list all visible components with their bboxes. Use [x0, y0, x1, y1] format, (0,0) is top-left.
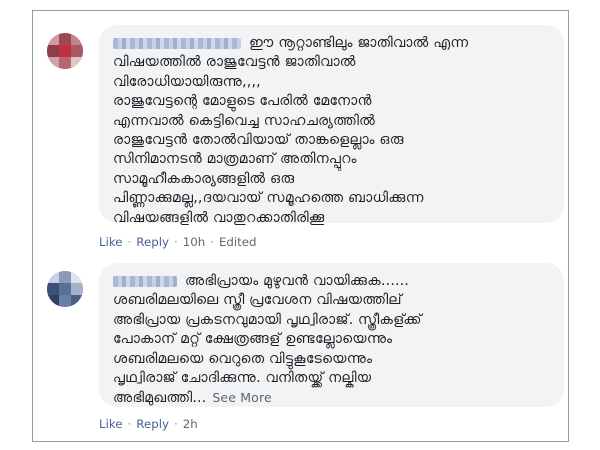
separator: · — [127, 417, 132, 431]
comments-panel: ഈ നൂറ്റാണ്ടിലും ജാതിവാൽ എന്ന വിഷയത്തിൽ ര… — [32, 10, 569, 442]
comment-line: സാമൂഹീകകാര്യങ്ങളിൽ ഒരു — [113, 170, 295, 187]
edited-label[interactable]: Edited — [219, 235, 257, 249]
separator: · — [127, 235, 132, 249]
reply-link[interactable]: Reply — [136, 235, 169, 249]
author-name-redacted[interactable] — [113, 37, 241, 49]
reply-link[interactable]: Reply — [136, 417, 169, 431]
timestamp-link[interactable]: 10h — [183, 235, 206, 249]
comment-line: പൃഥ്വിരാജ് ചോദിക്കുന്നു. വനിതയ്ക്ക് നല്ക… — [113, 370, 372, 387]
comment-line: അഭിപ്രായം മുഴുവൻ വായിക്കുക...... — [113, 272, 552, 291]
avatar[interactable] — [47, 271, 83, 307]
comment-line: എന്നവാൽ കെട്ടിവെച്ച സാഹചര്യത്തിൽ — [113, 112, 376, 129]
comment-line: ശബരിമലയിലെ സ്ത്രീ പ്രവേശന വിഷയത്തില് — [113, 292, 402, 309]
separator: · — [173, 417, 178, 431]
comment-line: പിണ്ണാക്കുമല്ല,,ദയവായ് സമൂഹത്തെ ബാധിക്കു… — [113, 190, 424, 207]
separator: · — [173, 235, 178, 249]
comment-line: അഭിമുഖത്തി... See More — [113, 390, 272, 407]
separator: · — [210, 235, 214, 249]
comment-line: രാജുവേട്ടന്റെ മോളുടെ പേരിൽ മേനോൻ — [113, 93, 372, 110]
comment-line: വിഷയത്തിൽ രാജുവേട്ടൻ ജാതിവാൽ — [113, 54, 356, 71]
comment-line: വിരോധിയായിരുന്നു,,,, — [113, 73, 261, 90]
like-link[interactable]: Like — [99, 417, 123, 431]
comment-line: ഈ നൂറ്റാണ്ടിലും ജാതിവാൽ എന്ന — [113, 34, 552, 53]
timestamp-link[interactable]: 2h — [183, 417, 198, 431]
comment-line: വിഷയങ്ങളിൽ വാതുറക്കാതിരിക്കൂ — [113, 209, 325, 226]
see-more-link[interactable]: See More — [212, 390, 271, 405]
avatar[interactable] — [47, 33, 83, 69]
comment-2: അഭിപ്രായം മുഴുവൻ വായിക്കുക...... ശബരിമലയ… — [47, 263, 564, 435]
author-name-redacted[interactable] — [113, 275, 177, 287]
comment-line: ശബരിമലയെ വെറുതെ വിട്ടുകൂടേയെന്നും — [113, 350, 373, 367]
comment-line: രാജുവേട്ടൻ തോൽവിയായ് താങ്കളെല്ലാം ഒരു — [113, 132, 404, 149]
comment-bubble: ഈ നൂറ്റാണ്ടിലും ജാതിവാൽ എന്ന വിഷയത്തിൽ ര… — [99, 25, 564, 226]
comment-bubble: അഭിപ്രായം മുഴുവൻ വായിക്കുക...... ശബരിമലയ… — [99, 263, 564, 407]
comment-actions: Like · Reply · 2h — [99, 417, 198, 431]
comment-actions: Like · Reply · 10h · Edited — [99, 235, 257, 249]
comment-1: ഈ നൂറ്റാണ്ടിലും ജാതിവാൽ എന്ന വിഷയത്തിൽ ര… — [47, 25, 564, 255]
comment-line: സിനിമാനടൻ മാത്രമാണ് അതിനപ്പുറം — [113, 151, 357, 168]
comment-line: അഭിപ്രായ പ്രകടനവുമായി പൃഥ്വിരാജ്. സ്ത്രീ… — [113, 311, 422, 328]
like-link[interactable]: Like — [99, 235, 123, 249]
comment-line: പോകാന് മറ്റ് ക്ഷേത്രങ്ങള് ഉണ്ടല്ലോയെന്നു… — [113, 331, 393, 348]
